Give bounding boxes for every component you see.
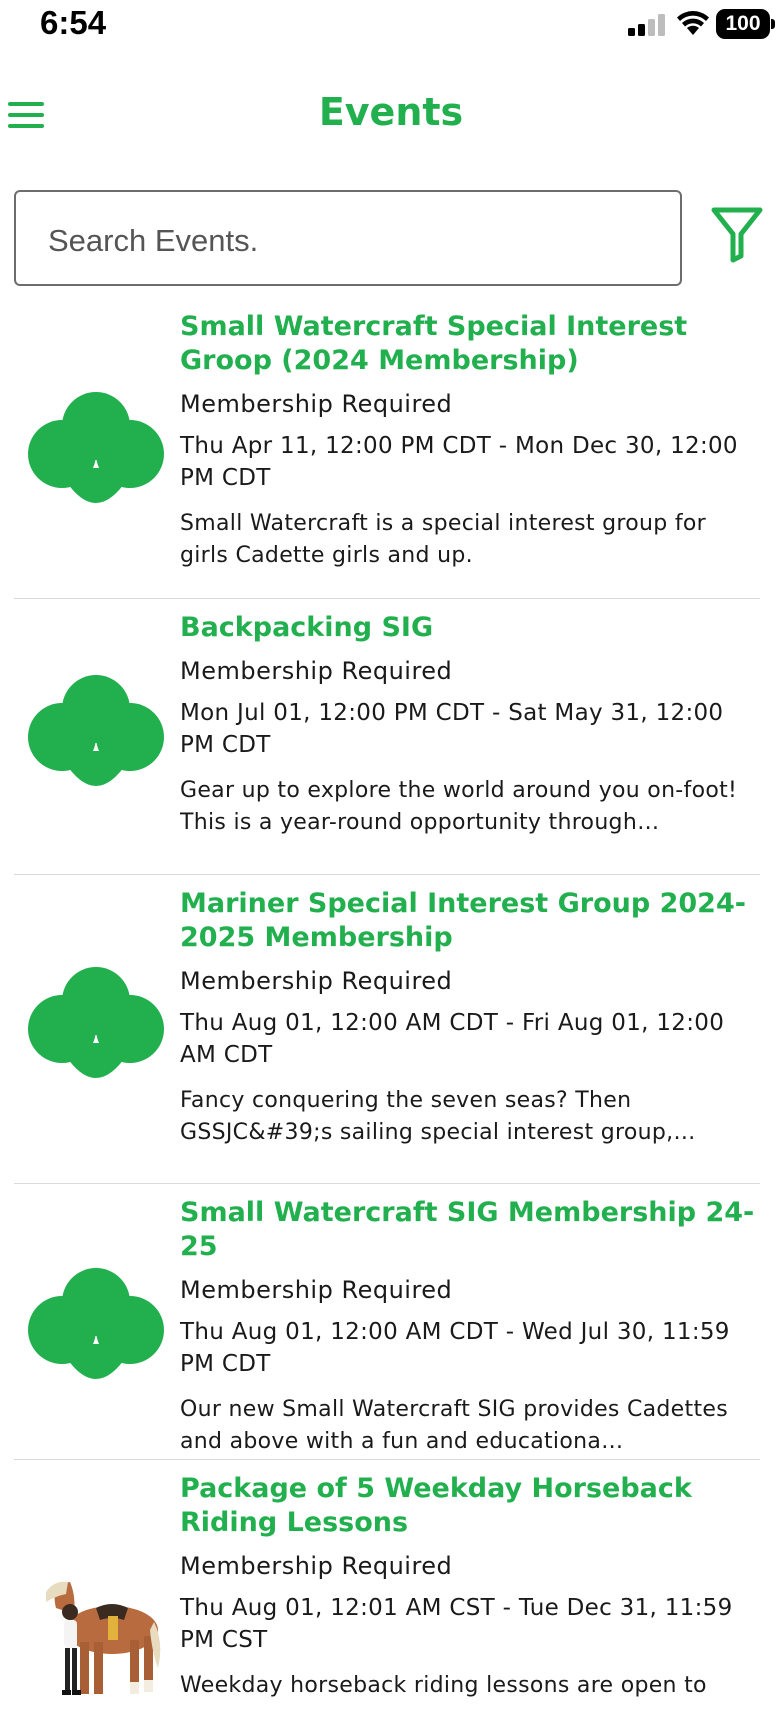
event-item[interactable]: Package of 5 Weekday Horseback Riding Le… — [14, 1460, 760, 1720]
event-dates: Thu Aug 01, 12:00 AM CDT - Wed Jul 30, 1… — [180, 1319, 730, 1377]
cellular-signal-icon — [628, 14, 665, 36]
trefoil-icon — [28, 392, 164, 503]
battery-icon: 100 — [716, 9, 770, 39]
event-title[interactable]: Mariner Special Interest Group 2024-2025… — [180, 887, 760, 955]
search-row — [14, 190, 774, 290]
battery-nub — [771, 19, 775, 29]
event-dates: Thu Aug 01, 12:01 AM CST - Tue Dec 31, 1… — [180, 1595, 733, 1653]
search-box[interactable] — [14, 190, 682, 286]
nav-bar: Events — [0, 74, 782, 154]
event-item[interactable]: Small Watercraft Special Interest Groop … — [14, 298, 760, 599]
event-requirement: Membership Required — [180, 1552, 453, 1580]
event-title[interactable]: Small Watercraft Special Interest Groop … — [180, 310, 760, 378]
wifi-icon — [677, 11, 709, 35]
event-item[interactable]: Mariner Special Interest Group 2024-2025… — [14, 875, 760, 1184]
event-dates: Thu Apr 11, 12:00 PM CDT - Mon Dec 30, 1… — [180, 433, 738, 491]
event-title[interactable]: Small Watercraft SIG Membership 24-25 — [180, 1196, 760, 1264]
status-bar: 6:54 100 — [0, 0, 782, 50]
status-time: 6:54 — [40, 4, 107, 41]
event-requirement: Membership Required — [180, 1276, 453, 1304]
event-dates: Mon Jul 01, 12:00 PM CDT - Sat May 31, 1… — [180, 700, 724, 758]
event-description: Our new Small Watercraft SIG provides Ca… — [180, 1397, 728, 1454]
event-description: Small Watercraft is a special interest g… — [180, 511, 706, 568]
search-input[interactable] — [46, 220, 650, 262]
event-title[interactable]: Package of 5 Weekday Horseback Riding Le… — [180, 1472, 760, 1540]
events-list: Small Watercraft Special Interest Groop … — [14, 298, 760, 1720]
event-description: Fancy conquering the seven seas? Then GS… — [180, 1088, 696, 1145]
trefoil-icon — [28, 967, 164, 1078]
event-requirement: Membership Required — [180, 657, 453, 685]
event-item[interactable]: Backpacking SIG Membership Required Mon … — [14, 599, 760, 875]
event-description: Gear up to explore the world around you … — [180, 778, 738, 835]
trefoil-icon — [28, 675, 164, 786]
event-requirement: Membership Required — [180, 967, 453, 995]
event-description: Weekday horseback riding lessons are ope… — [180, 1673, 707, 1698]
event-title[interactable]: Backpacking SIG — [180, 611, 760, 645]
event-dates: Thu Aug 01, 12:00 AM CDT - Fri Aug 01, 1… — [180, 1010, 725, 1068]
event-item[interactable]: Small Watercraft SIG Membership 24-25 Me… — [14, 1184, 760, 1460]
horse-rider-illustration — [46, 1581, 161, 1695]
page-title: Events — [318, 90, 464, 134]
filter-icon[interactable] — [710, 204, 764, 264]
event-requirement: Membership Required — [180, 390, 453, 418]
trefoil-icon — [28, 1268, 164, 1379]
